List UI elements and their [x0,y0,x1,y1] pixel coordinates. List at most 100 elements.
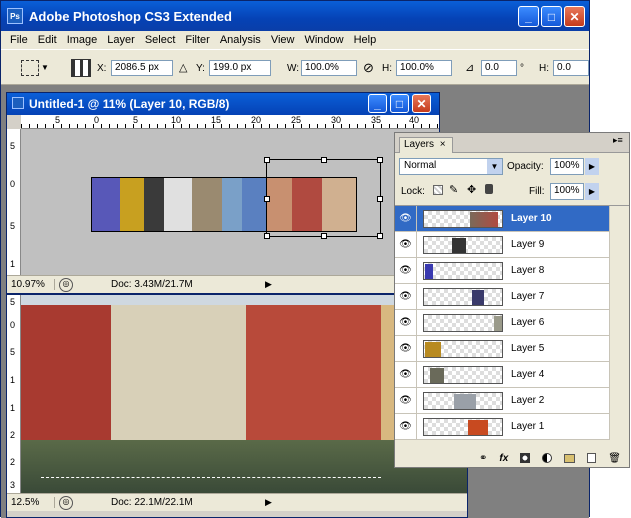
layer-row[interactable]: 👁 Layer 2 [395,388,609,414]
width-field[interactable]: 100.0% [301,60,357,76]
delta-icon[interactable]: △ [179,61,187,74]
close-button[interactable]: ✕ [564,6,585,27]
layers-scrollbar[interactable] [609,206,629,440]
lock-image-icon[interactable]: ✎ [449,183,458,196]
fill-field[interactable]: 100% [550,183,584,200]
folder-icon[interactable] [564,453,576,463]
layer-row[interactable]: 👁 Layer 4 [395,362,609,388]
y-position-field[interactable]: 199.0 px [209,60,271,76]
tool-preset-dropdown-icon[interactable]: ▼ [41,63,49,72]
adjustment-icon[interactable] [542,453,553,463]
blend-mode-select[interactable]: Normal ▼ [399,158,503,175]
vertical-ruler[interactable]: 5 0 5 1 [7,129,21,275]
fx-icon[interactable]: fx [499,453,508,464]
visibility-eye-icon[interactable]: 👁 [395,336,417,361]
panel-menu-icon[interactable]: ▸≡ [613,135,623,146]
visibility-eye-icon[interactable]: 👁 [395,284,417,309]
layer-row[interactable]: 👁 Layer 8 [395,258,609,284]
new-layer-icon[interactable] [587,453,597,463]
layer-name[interactable]: Layer 7 [511,291,544,302]
link-proportions-icon[interactable]: ⊘ [363,60,374,76]
visibility-eye-icon[interactable]: 👁 [395,232,417,257]
status-arrow-icon[interactable]: ▶ [265,279,272,290]
transform-handle[interactable] [321,157,327,163]
transform-handle[interactable] [377,233,383,239]
transform-handle[interactable] [264,233,270,239]
visibility-eye-icon[interactable]: 👁 [395,310,417,335]
tab-layers[interactable]: Layers × [399,137,453,153]
link-icon[interactable]: ⚭ [479,453,487,464]
transform-handle[interactable] [377,196,383,202]
lock-all-icon[interactable] [485,184,493,194]
chevron-down-icon[interactable]: ▼ [487,159,502,174]
trash-icon[interactable]: 🗑 [608,453,621,464]
transform-bounding-box[interactable] [264,157,383,239]
layer-name[interactable]: Layer 6 [511,317,544,328]
zoom-level[interactable]: 12.5% [11,497,55,508]
status-arrow-icon[interactable]: ▶ [265,497,272,508]
menu-help[interactable]: Help [349,34,382,46]
doc-maximize-button[interactable]: □ [390,94,409,113]
menu-window[interactable]: Window [299,34,348,46]
doc-minimize-button[interactable]: _ [368,94,387,113]
layer-name[interactable]: Layer 4 [511,369,544,380]
menu-filter[interactable]: Filter [180,34,214,46]
status-menu-icon[interactable]: ◎ [59,277,73,292]
menu-view[interactable]: View [266,34,300,46]
layer-row[interactable]: 👁 Layer 10 [395,206,609,232]
visibility-eye-icon[interactable]: 👁 [395,362,417,387]
maximize-button[interactable]: □ [541,6,562,27]
menu-file[interactable]: File [5,34,33,46]
tab-close-icon[interactable]: × [440,139,446,150]
transform-handle[interactable] [377,157,383,163]
transform-handle[interactable] [321,233,327,239]
layer-row[interactable]: 👁 Layer 6 [395,310,609,336]
layer-row[interactable]: 👁 Layer 9 [395,232,609,258]
layer-name[interactable]: Layer 9 [511,239,544,250]
status-menu-icon[interactable]: ◎ [59,495,73,510]
transform-handle[interactable] [264,196,270,202]
document-icon [12,97,24,109]
layer-thumbnail [423,287,503,306]
visibility-eye-icon[interactable]: 👁 [395,388,417,413]
menu-select[interactable]: Select [140,34,181,46]
layer-name[interactable]: Layer 5 [511,343,544,354]
canvas-area[interactable] [21,129,439,275]
reference-point-icon[interactable] [71,59,91,77]
layer-row[interactable]: 👁 Layer 1 [395,414,609,440]
fill-label: Fill: [529,186,545,197]
visibility-eye-icon[interactable]: 👁 [395,206,417,231]
layer-name[interactable]: Layer 10 [511,213,552,224]
lock-position-icon[interactable]: ✥ [467,183,476,196]
menu-edit[interactable]: Edit [33,34,62,46]
rotation-field[interactable]: 0.0 [481,60,517,76]
layer-row[interactable]: 👁 Layer 5 [395,336,609,362]
layer-thumbnail [423,365,503,384]
height-field[interactable]: 100.0% [396,60,452,76]
degree-symbol: ° [520,63,524,74]
layer-row[interactable]: 👁 Layer 7 [395,284,609,310]
menu-layer[interactable]: Layer [102,34,140,46]
layer-name[interactable]: Layer 2 [511,395,544,406]
minimize-button[interactable]: _ [518,6,539,27]
doc-close-button[interactable]: ✕ [412,94,431,113]
zoom-level[interactable]: 10.97% [11,279,55,290]
opacity-field[interactable]: 100% [550,158,584,175]
horizontal-ruler[interactable]: 5 0 5 10 15 20 25 30 35 40 [21,115,439,129]
fill-slider-arrow-icon[interactable]: ▶ [585,183,599,200]
vertical-ruler[interactable]: 5 0 5 1 1 2 2 3 [7,295,21,493]
move-tool-icon[interactable] [21,60,39,76]
mask-icon[interactable] [520,453,531,463]
layer-name[interactable]: Layer 1 [511,421,544,432]
visibility-eye-icon[interactable]: 👁 [395,258,417,283]
layer-name[interactable]: Layer 8 [511,265,544,276]
lock-transparency-icon[interactable] [433,185,443,195]
transform-handle[interactable] [264,157,270,163]
menu-analysis[interactable]: Analysis [215,34,266,46]
x-position-field[interactable]: 2086.5 px [111,60,173,76]
menu-image[interactable]: Image [62,34,103,46]
document-titlebar[interactable]: Untitled-1 @ 11% (Layer 10, RGB/8) _ □ ✕ [7,93,439,115]
hskew-field[interactable]: 0.0 [553,60,589,76]
visibility-eye-icon[interactable]: 👁 [395,414,417,439]
opacity-slider-arrow-icon[interactable]: ▶ [585,158,599,175]
